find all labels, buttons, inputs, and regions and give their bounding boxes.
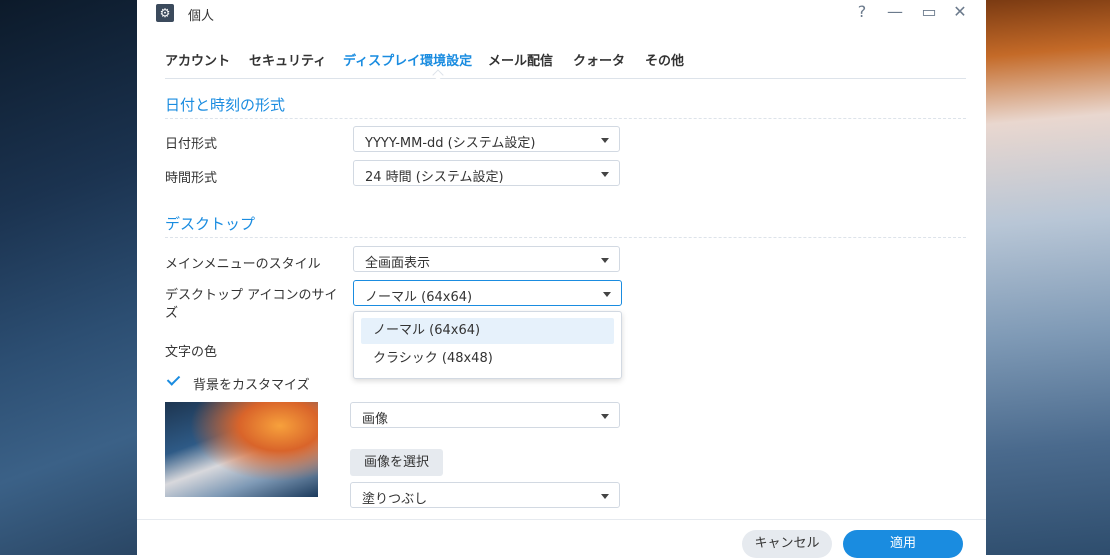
fill-mode-select[interactable]: 塗りつぶし	[350, 482, 620, 508]
time-format-label: 時間形式	[165, 171, 218, 186]
chevron-down-icon	[601, 138, 609, 143]
icon-size-label-line1: デスクトップ アイコンのサイ	[165, 288, 338, 303]
custom-background-label: 背景をカスタマイズ	[193, 378, 310, 393]
personal-app-icon: ⚙	[156, 4, 174, 22]
select-image-button[interactable]: 画像を選択	[350, 449, 443, 476]
icon-size-select[interactable]: ノーマル (64x64)	[353, 280, 622, 306]
chevron-down-icon	[601, 172, 609, 177]
chevron-down-icon	[601, 414, 609, 419]
tab-account[interactable]: アカウント	[165, 50, 230, 69]
chevron-down-icon	[601, 494, 609, 499]
time-format-value: 24 時間 (システム設定)	[365, 170, 504, 185]
apply-button[interactable]: 適用	[843, 530, 963, 558]
icon-size-option-normal[interactable]: ノーマル (64x64)	[361, 318, 614, 344]
icon-size-label-line2: ズ	[165, 306, 179, 321]
title-bar[interactable]: ⚙ 個人 ? — ▭ ✕	[137, 0, 986, 26]
tab-security[interactable]: セキュリティ	[249, 50, 326, 69]
dialog-footer: キャンセル 適用	[137, 519, 986, 558]
tab-bar: アカウント セキュリティ ディスプレイ環境設定 メール配信 クォータ その他	[165, 48, 966, 81]
minimize-icon[interactable]: —	[885, 2, 905, 21]
active-tab-indicator	[432, 69, 444, 81]
tab-display-preferences[interactable]: ディスプレイ環境設定	[343, 50, 472, 69]
section-title-datetime: 日付と時刻の形式	[165, 94, 966, 119]
maximize-icon[interactable]: ▭	[919, 2, 939, 21]
menu-style-label: メインメニューのスタイル	[165, 257, 321, 272]
time-format-select[interactable]: 24 時間 (システム設定)	[353, 160, 620, 186]
date-format-value: YYYY-MM-dd (システム設定)	[365, 136, 536, 151]
background-thumbnail	[165, 402, 318, 497]
background-type-select[interactable]: 画像	[350, 402, 620, 428]
chevron-down-icon	[603, 292, 611, 297]
tab-quota[interactable]: クォータ	[573, 50, 625, 69]
window-title: 個人	[188, 9, 215, 24]
icon-size-value: ノーマル (64x64)	[365, 290, 473, 305]
date-format-select[interactable]: YYYY-MM-dd (システム設定)	[353, 126, 620, 152]
tab-email-delivery[interactable]: メール配信	[488, 50, 553, 69]
desktop-wallpaper-right	[986, 0, 1110, 555]
icon-size-option-classic[interactable]: クラシック (48x48)	[361, 346, 614, 372]
menu-style-value: 全画面表示	[365, 256, 431, 271]
section-title-desktop: デスクトップ	[165, 213, 966, 238]
text-color-label: 文字の色	[165, 345, 218, 360]
menu-style-select[interactable]: 全画面表示	[353, 246, 620, 272]
date-format-label: 日付形式	[165, 137, 218, 152]
desktop-wallpaper-left	[0, 0, 137, 555]
tab-other[interactable]: その他	[645, 50, 684, 69]
icon-size-label: デスクトップ アイコンのサイ ズ	[165, 287, 337, 323]
help-icon[interactable]: ?	[852, 2, 872, 21]
cancel-button[interactable]: キャンセル	[742, 530, 832, 558]
personal-settings-window: ⚙ 個人 ? — ▭ ✕ アカウント セキュリティ ディスプレイ環境設定 メール…	[137, 0, 986, 558]
background-type-value: 画像	[362, 412, 389, 427]
custom-background-checkbox[interactable]	[165, 372, 183, 390]
fill-mode-value: 塗りつぶし	[362, 492, 428, 507]
chevron-down-icon	[601, 258, 609, 263]
close-icon[interactable]: ✕	[950, 2, 970, 21]
icon-size-dropdown-menu: ノーマル (64x64) クラシック (48x48)	[353, 311, 622, 379]
